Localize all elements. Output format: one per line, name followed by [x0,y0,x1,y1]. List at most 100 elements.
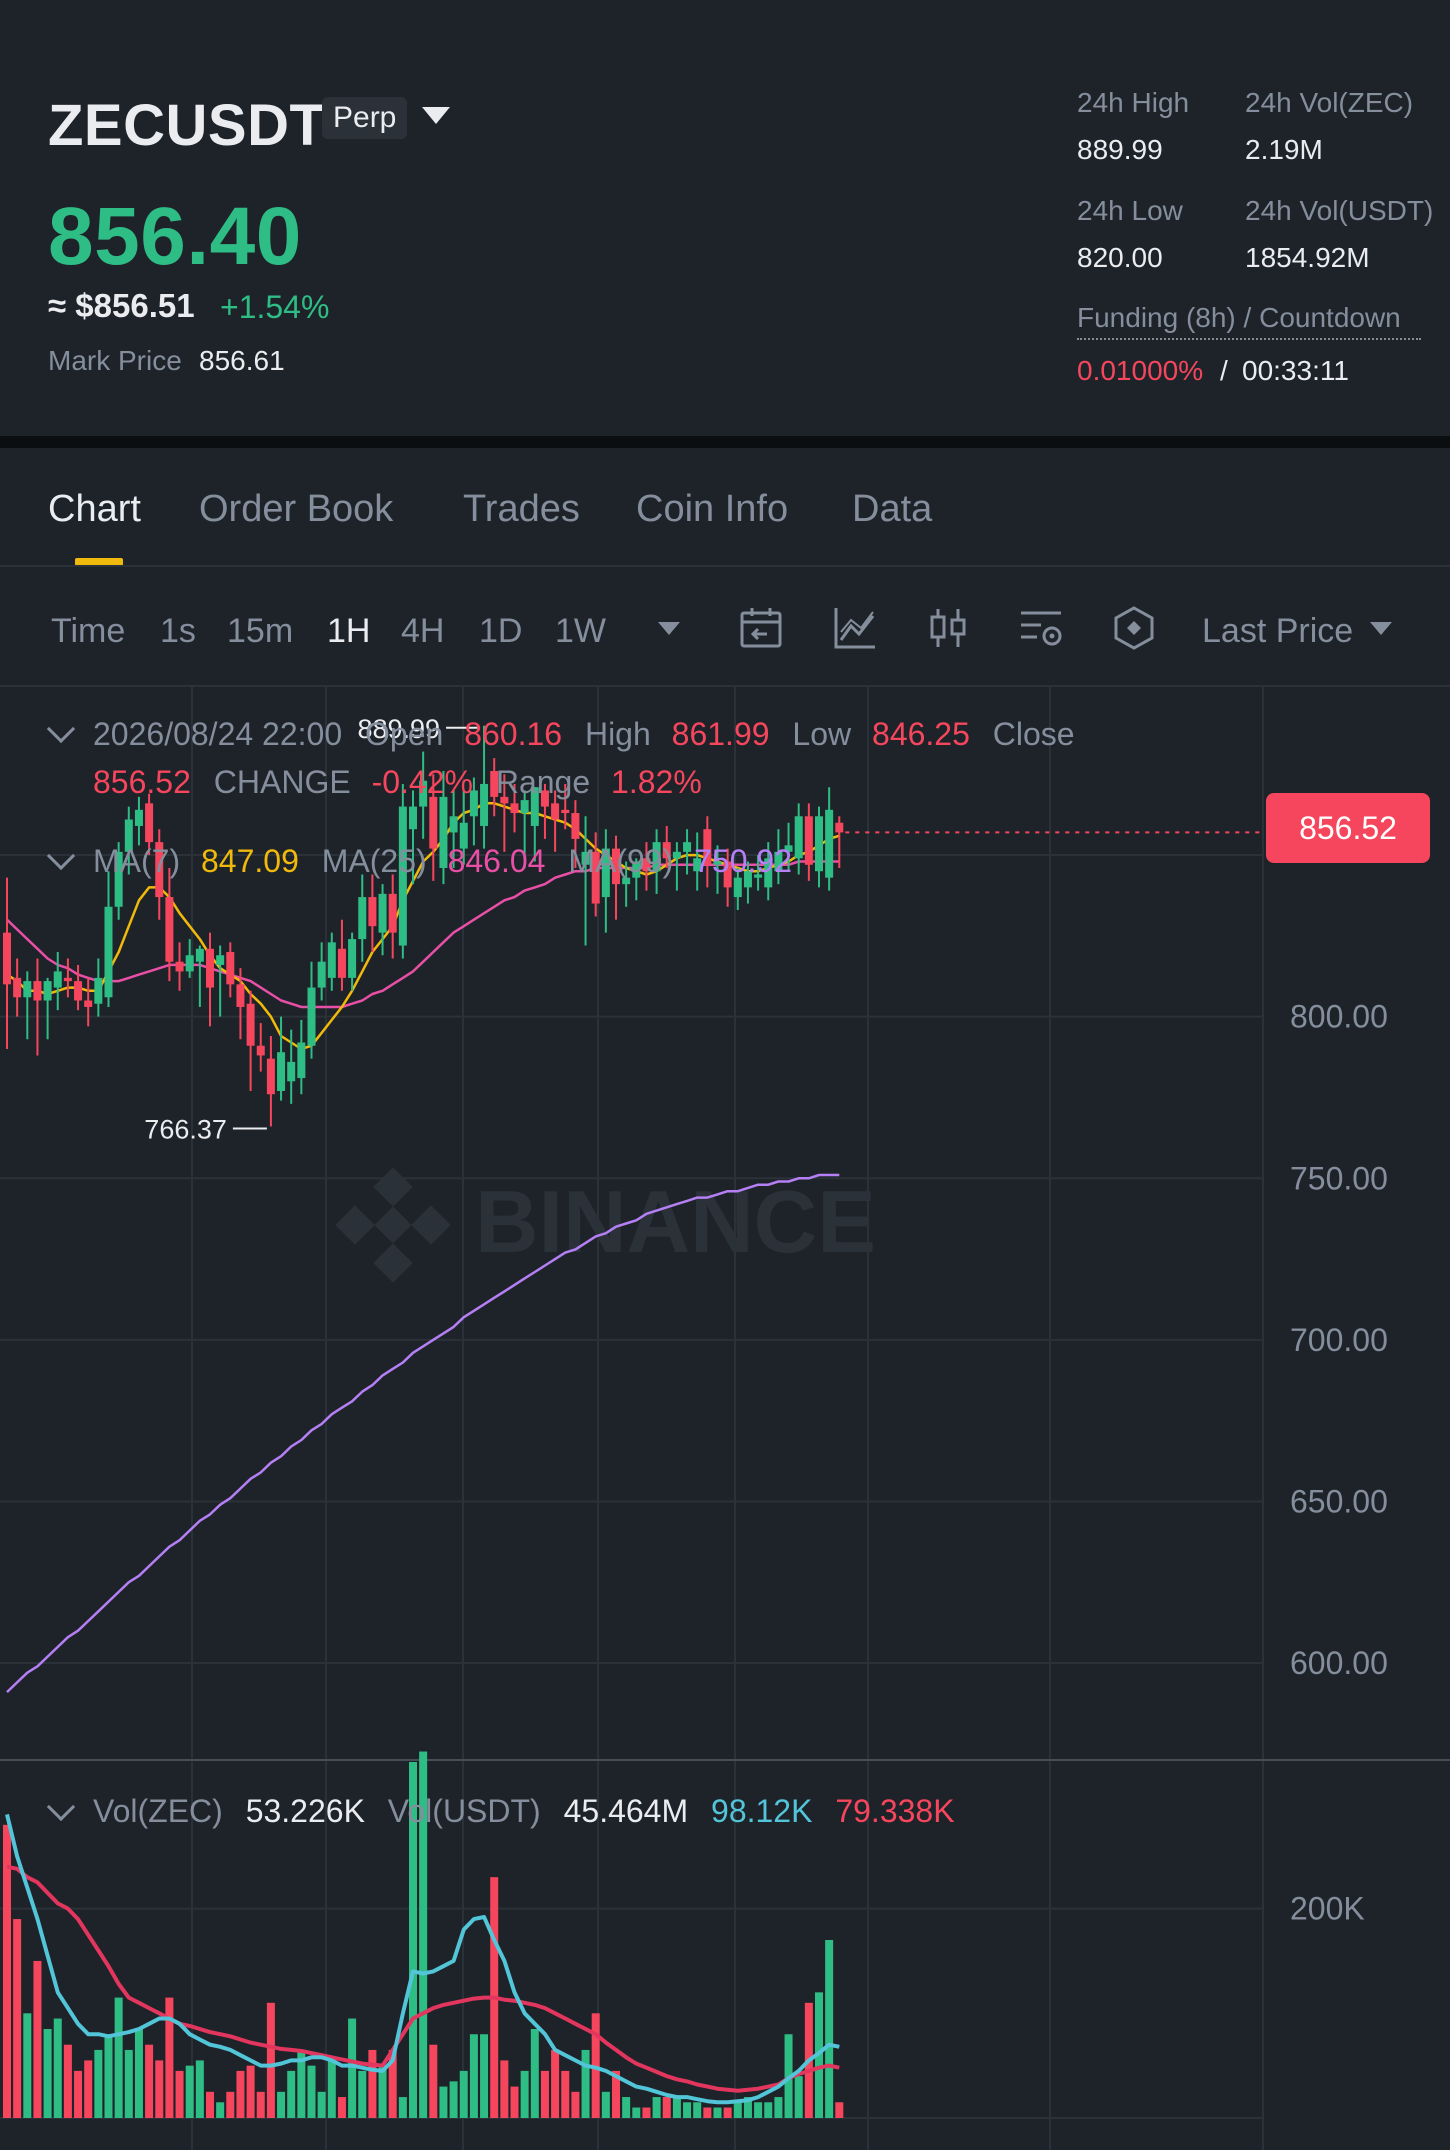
vol-quote-24h-label: 24h Vol(USDT) [1245,195,1434,226]
candle-body [33,981,42,1001]
vol-base-value: 53.226K [245,1793,365,1829]
candle-body [3,932,11,985]
candle-body [327,942,336,978]
candle-body [317,961,326,988]
tab-trades[interactable]: Trades [463,488,580,531]
vol-quote-label: Vol(USDT) [387,1793,541,1829]
volume-bar [551,2049,560,2118]
volume-bar [256,2091,265,2118]
volume-bar [155,2060,164,2118]
volume-bar [216,2102,225,2118]
watermark-logo: BINANCE [335,1167,876,1283]
low-value: 846.25 [872,716,970,752]
candle-body [510,803,519,814]
ohlc-legend-line2: 856.52 CHANGE -0.42% Range 1.82% [93,764,702,801]
volume-bar [94,2049,103,2118]
price-axis: 800.00 750.00 700.00 650.00 600.00 200K [1290,999,1388,1927]
volume-bar [652,2097,661,2118]
candle-body [561,809,570,814]
vol-ma10-value: 79.338K [835,1793,955,1829]
candle-body [368,897,377,927]
candle-body [13,977,22,998]
tab-order-book[interactable]: Order Book [199,488,393,531]
volume-bar [327,2060,336,2118]
price-type-select[interactable]: Last Price [1202,612,1353,651]
min-marker-label: 766.37 [144,1115,227,1145]
candle-datetime: 2026/08/24 22:00 [93,716,343,752]
calendar-icon[interactable] [737,604,785,652]
volume-bar [794,2076,803,2118]
candle-body [277,1052,286,1091]
candle-body [429,796,438,849]
volume-bar [429,2044,438,2118]
candle-body [145,803,154,843]
symbol-dropdown-icon[interactable] [422,107,450,124]
volume-tick-label: 200K [1290,1891,1365,1927]
candle-style-icon[interactable] [924,604,972,652]
volume-bar [510,2086,519,2118]
timeframe-1d[interactable]: 1D [479,612,522,651]
candle-body [165,897,174,962]
candle-body [835,822,844,833]
timeframe-4h[interactable]: 4H [401,612,444,651]
funding-countdown: 00:33:11 [1242,355,1349,386]
volume-bar [703,2107,712,2118]
candle-body [43,981,52,1001]
chart-settings-icon[interactable] [1017,604,1065,652]
price-type-dropdown-icon[interactable] [1370,622,1392,635]
symbol-title[interactable]: ZECUSDT [48,92,325,159]
volume-bar [43,2029,52,2118]
depth-icon[interactable] [1110,604,1158,652]
volume-bar [317,2091,326,2118]
volume-bar [622,2097,631,2118]
volume-bar [571,2091,580,2118]
candle-body [256,1045,265,1056]
candle-body [551,803,560,820]
candle-body [409,806,417,830]
volume-bar [145,2044,154,2118]
funding-label[interactable]: Funding (8h) / Countdown [1077,302,1421,340]
mark-price-label: Mark Price [48,345,182,376]
timeframe-1w[interactable]: 1W [555,612,606,651]
usd-approx-price: ≈ $856.51 [48,287,195,324]
volume-bar [672,2097,681,2118]
candle-body [733,877,742,898]
indicator-icon[interactable] [831,604,879,652]
tab-chart[interactable]: Chart [48,488,141,531]
ohlc-legend: 2026/08/24 22:00 Open 860.16 High 861.99… [93,716,1075,753]
chart-grid [0,687,1450,2150]
candle-body [104,906,113,998]
volume-bar [175,2070,184,2118]
candle-body [63,977,72,982]
contract-type-badge: Perp [322,97,408,139]
timeframe-15m[interactable]: 15m [227,612,293,651]
mark-price-value: 856.61 [199,345,285,376]
volume-bar [206,2091,214,2118]
candlestick-chart[interactable]: BINANCE 800.00 750.00 700.00 650.00 600.00 20… [0,687,1450,2150]
timeframe-1s[interactable]: 1s [160,612,196,651]
volume-bar [124,2049,133,2118]
ma7-value: 847.09 [201,843,299,879]
timeframe-1h[interactable]: 1H [327,612,370,651]
candle-body [520,800,529,814]
candle-body [825,809,834,878]
volume-bar [540,2070,549,2118]
more-timeframes-icon[interactable] [658,622,680,635]
volume-bar [114,1997,123,2118]
volume-bar [337,2097,346,2118]
volume-bar [195,2060,204,2118]
volume-bar [713,2107,722,2118]
volume-bar [825,1940,834,2118]
tab-data[interactable]: Data [852,488,932,531]
candle-body [358,897,367,940]
volume-bar [378,2065,387,2118]
price-tick-label: 800.00 [1290,999,1388,1035]
timeframe-time[interactable]: Time [51,612,125,651]
ma25-line [6,860,840,1009]
close-value: 856.52 [93,764,191,800]
candle-body [815,816,823,872]
vol-base-24h-label: 24h Vol(ZEC) [1245,87,1414,118]
tabs-divider [0,565,1450,567]
tab-coin-info[interactable]: Coin Info [636,488,788,531]
candle-body [236,984,245,1007]
